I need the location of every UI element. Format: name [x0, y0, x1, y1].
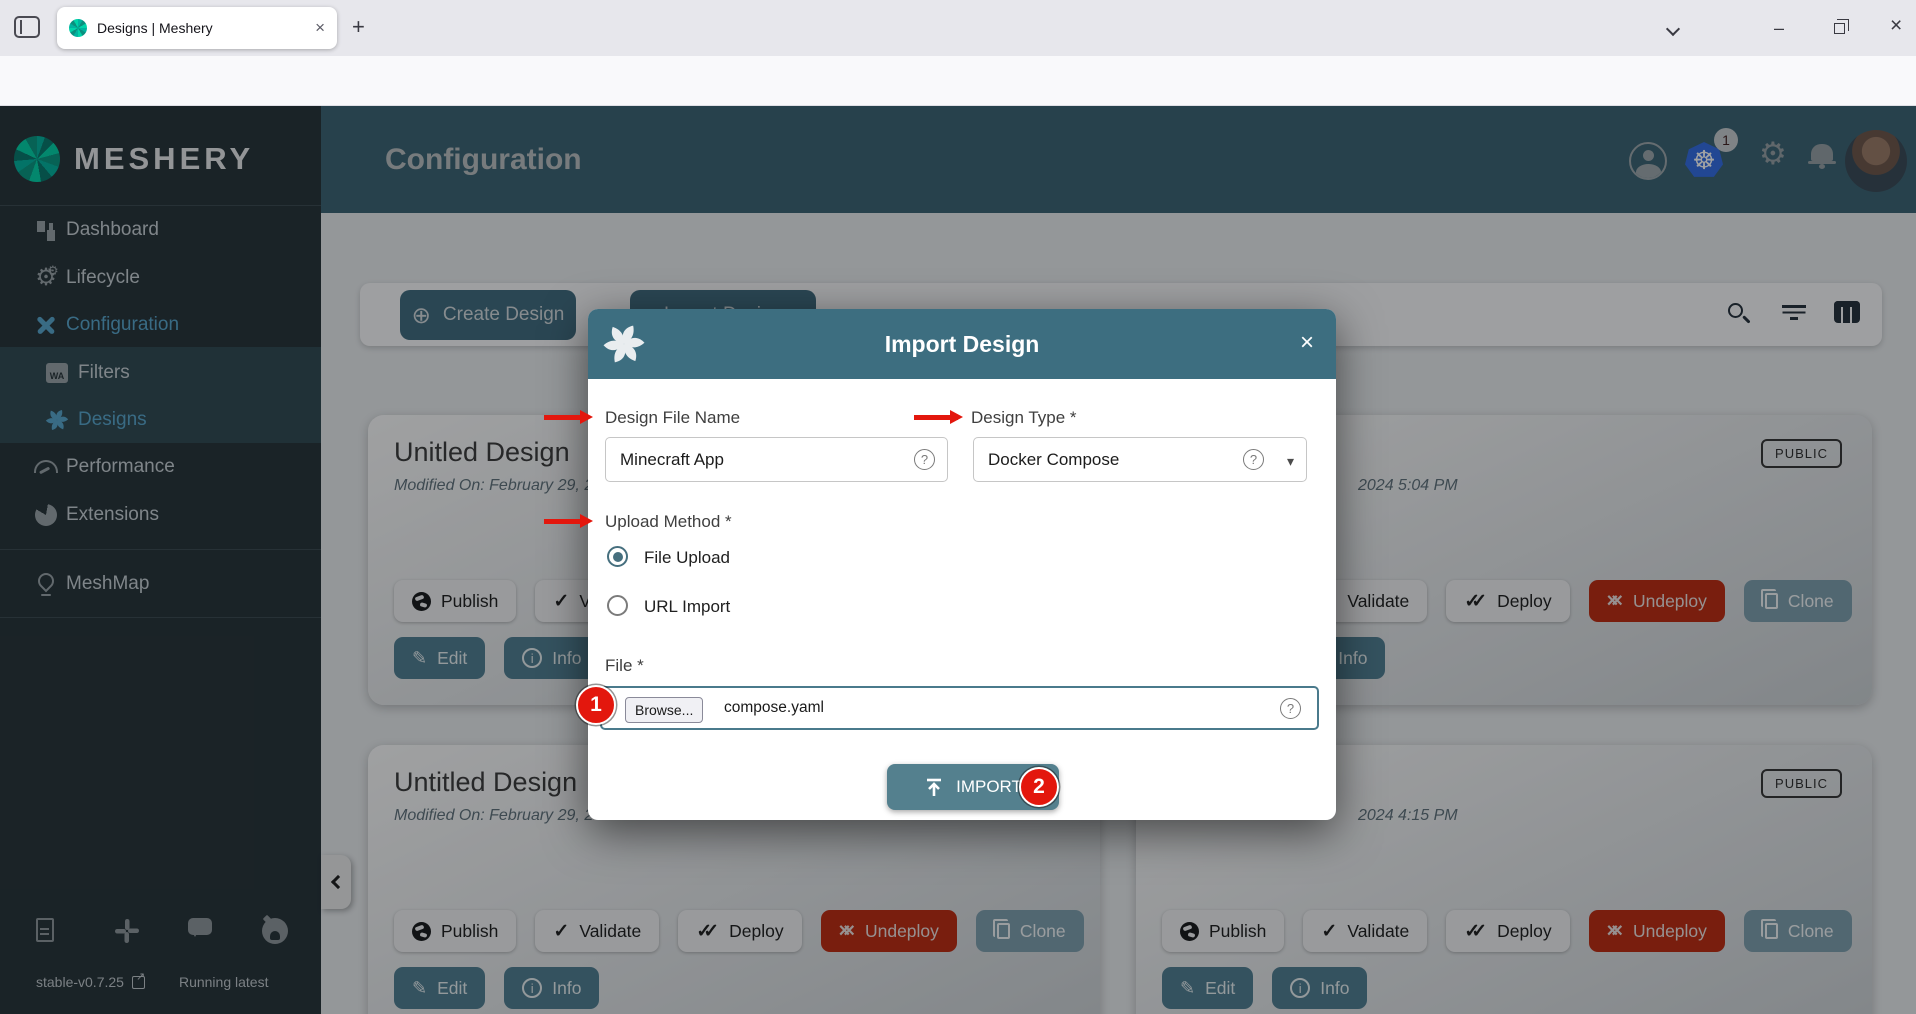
- import-design-modal: Import Design × Design File Name Design …: [588, 309, 1336, 820]
- import-button-label: IMPORT: [956, 777, 1022, 797]
- modal-title: Import Design: [588, 331, 1336, 358]
- upload-method-label: Upload Method *: [605, 512, 732, 532]
- window-minimize-button[interactable]: –: [1774, 18, 1784, 39]
- window-close-button[interactable]: ×: [1890, 14, 1902, 38]
- close-icon[interactable]: ×: [1300, 329, 1314, 357]
- annotation-arrow-design-type: [914, 415, 958, 420]
- browse-button[interactable]: Browse...: [625, 697, 703, 723]
- url-import-radio-label[interactable]: URL Import: [644, 597, 730, 617]
- annotation-arrow-design-file-name: [544, 415, 588, 420]
- tab-close-icon[interactable]: ×: [315, 18, 325, 38]
- browser-toolbar: ← → ↻ https://playground.meshery.io/conf…: [0, 56, 1916, 106]
- design-type-select[interactable]: Docker Compose ? ▾: [973, 437, 1307, 482]
- annotation-step-1: 1: [576, 685, 616, 725]
- meshery-app: MESHERY Dashboard ⚙⚙ Lifecycle Configura…: [0, 106, 1916, 1014]
- screen: Designs | Meshery × + – × ← → ↻ https://…: [0, 0, 1916, 1014]
- firefox-view-icon[interactable]: [14, 16, 40, 38]
- new-tab-button[interactable]: +: [352, 14, 365, 40]
- file-label: File *: [605, 656, 644, 676]
- meshery-favicon: [69, 19, 87, 37]
- tab-title: Designs | Meshery: [97, 20, 315, 36]
- design-file-name-value: Minecraft App: [620, 450, 724, 470]
- file-input[interactable]: Browse... compose.yaml ?: [600, 686, 1319, 730]
- url-import-radio[interactable]: [607, 595, 628, 616]
- chevron-down-icon[interactable]: ▾: [1287, 453, 1294, 470]
- design-file-name-input[interactable]: Minecraft App ?: [605, 437, 948, 482]
- meshery-spiral-icon: [602, 322, 646, 366]
- help-icon[interactable]: ?: [1280, 698, 1301, 719]
- design-type-label: Design Type *: [971, 408, 1077, 428]
- modal-header: Import Design ×: [588, 309, 1336, 379]
- help-icon[interactable]: ?: [1243, 449, 1264, 470]
- annotation-step-2: 2: [1019, 767, 1059, 807]
- browser-tab-strip: Designs | Meshery × + – ×: [0, 0, 1916, 56]
- file-upload-radio[interactable]: [607, 546, 628, 567]
- file-upload-radio-label[interactable]: File Upload: [644, 548, 730, 568]
- design-type-value: Docker Compose: [988, 450, 1119, 470]
- help-icon[interactable]: ?: [914, 449, 935, 470]
- design-file-name-label: Design File Name: [605, 408, 740, 428]
- upload-icon: [924, 778, 944, 797]
- browser-tab[interactable]: Designs | Meshery ×: [57, 7, 337, 49]
- window-restore-button[interactable]: [1834, 23, 1845, 34]
- annotation-arrow-upload-method: [544, 519, 588, 524]
- file-name-value: compose.yaml: [724, 699, 824, 717]
- tab-list-dropdown-icon[interactable]: [1666, 22, 1680, 36]
